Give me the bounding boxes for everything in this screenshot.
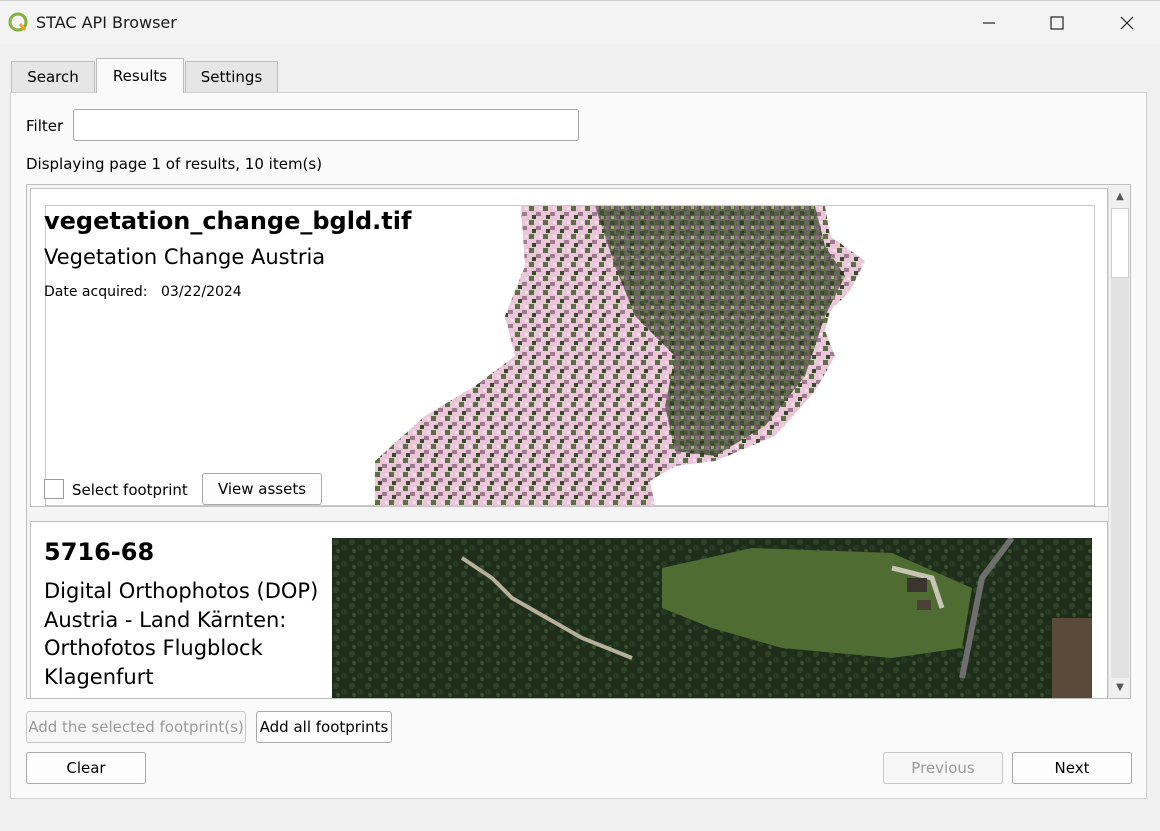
close-button[interactable] xyxy=(1104,1,1150,45)
date-acquired-value: 03/22/2024 xyxy=(161,284,242,300)
filter-input[interactable] xyxy=(73,109,579,141)
collection-line: Austria - Land Kärnten: xyxy=(44,607,287,632)
tab-search[interactable]: Search xyxy=(11,61,95,93)
tab-results[interactable]: Results xyxy=(96,58,184,93)
date-acquired-label: Date acquired: xyxy=(44,284,148,300)
results-status: Displaying page 1 of results, 10 item(s) xyxy=(26,155,323,173)
select-footprint-label[interactable]: Select footprint xyxy=(72,481,188,499)
maximize-button[interactable] xyxy=(1034,1,1080,45)
close-icon xyxy=(1120,16,1134,30)
next-button[interactable]: Next xyxy=(1012,752,1132,784)
scrollbar-thumb[interactable] xyxy=(1111,208,1129,278)
add-selected-footprints-button[interactable]: Add the selected footprint(s) xyxy=(26,711,246,743)
maximize-icon xyxy=(1050,16,1064,30)
scroll-down-icon[interactable]: ▼ xyxy=(1109,678,1131,696)
filter-label: Filter xyxy=(26,117,64,135)
scrollbar-track[interactable] xyxy=(1111,278,1129,678)
results-scrollbar[interactable]: ▲ ▼ xyxy=(1108,186,1130,698)
qgis-logo-icon xyxy=(8,12,28,32)
item-collection: Digital Orthophotos (DOP) Austria - Land… xyxy=(44,577,318,691)
results-list: vegetation_change_bgld.tif Vegetation Ch… xyxy=(26,184,1131,699)
minimize-button[interactable] xyxy=(966,1,1012,45)
add-all-footprints-button[interactable]: Add all footprints xyxy=(256,711,392,743)
item-title: 5716-68 xyxy=(44,538,155,566)
window-title: STAC API Browser xyxy=(36,13,177,32)
collection-line: Digital Orthophotos (DOP) xyxy=(44,579,319,603)
title-bar: STAC API Browser xyxy=(0,0,1160,44)
view-assets-button[interactable]: View assets xyxy=(202,473,322,505)
minimize-icon xyxy=(983,22,995,24)
thumbnail-vegetation-change xyxy=(375,206,865,506)
previous-button[interactable]: Previous xyxy=(883,752,1003,784)
result-card xyxy=(30,188,1108,507)
select-footprint-checkbox[interactable] xyxy=(44,479,64,499)
item-collection: Vegetation Change Austria xyxy=(44,245,326,269)
item-title: vegetation_change_bgld.tif xyxy=(44,207,412,235)
collection-line: Orthofotos Flugblock xyxy=(44,636,263,660)
clear-button[interactable]: Clear xyxy=(26,752,146,784)
collection-line: Klagenfurt xyxy=(44,664,154,689)
thumbnail-orthophoto xyxy=(332,538,1092,698)
scroll-up-icon[interactable]: ▲ xyxy=(1109,187,1131,205)
tab-settings[interactable]: Settings xyxy=(185,61,278,93)
